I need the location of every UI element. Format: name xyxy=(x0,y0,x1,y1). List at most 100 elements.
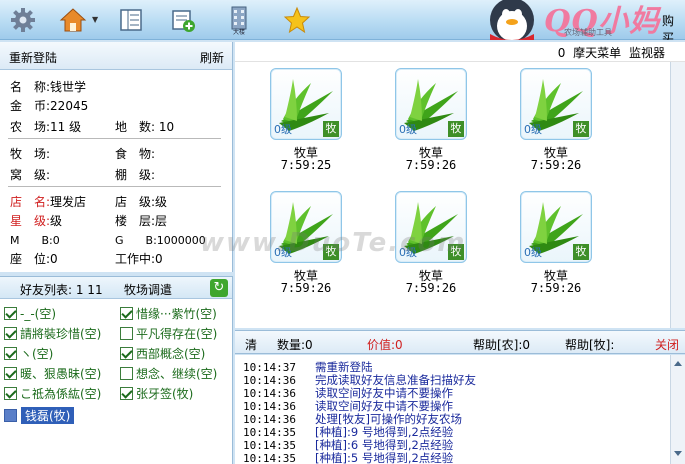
shed-level-row: 棚 级: xyxy=(115,168,156,182)
crop-timer: 7:59:26 xyxy=(530,158,582,172)
floor-row: 楼 层:层 xyxy=(115,214,168,228)
crop-timer: 7:59:26 xyxy=(405,158,457,172)
grass-tile-image: 0级 牧 xyxy=(395,68,467,140)
grass-tile-image: 0级 牧 xyxy=(270,68,342,140)
friend-item[interactable]: 平凡得存在(空) xyxy=(120,325,217,342)
ranch-tile[interactable]: 0级 牧 牧草 7:59:26 xyxy=(261,187,351,297)
add-card-icon[interactable] xyxy=(166,3,200,37)
svg-text:大楼: 大楼 xyxy=(233,28,245,35)
ranch-tile[interactable]: 0级 牧 牧草 7:59:26 xyxy=(386,187,476,297)
ranch-grid: 0 摩天菜单 监视器 0级 牧 牧草 7:59:25 0级 牧 牧草 7:59:… xyxy=(235,42,685,328)
checkbox[interactable] xyxy=(120,387,133,400)
value-label: 价值:0 xyxy=(367,338,403,352)
building-icon[interactable]: 大楼 xyxy=(222,3,256,37)
checkbox[interactable] xyxy=(120,347,133,360)
grid-scrollbar[interactable] xyxy=(670,62,685,328)
checkbox[interactable] xyxy=(4,387,17,400)
log-entry: 10:14:36 读取空间好友中请不要操作 xyxy=(243,399,453,413)
checkbox[interactable] xyxy=(4,307,17,320)
settings-icon[interactable] xyxy=(6,3,40,37)
shop-name-row: 店 名:理发店 xyxy=(10,195,87,209)
account-info-header: 重新登陆 刷新 xyxy=(0,42,232,70)
log-entry: 10:14:36 处理[牧友]可操作的好友农场 xyxy=(243,412,462,426)
monitor-menu-label[interactable]: 0 摩天菜单 监视器 xyxy=(558,44,665,61)
checkbox[interactable] xyxy=(4,408,17,422)
logo-subtitle: 农场辅助工具 xyxy=(564,28,612,37)
ranch-tag: 牧 xyxy=(448,244,464,260)
crop-timer: 7:59:26 xyxy=(280,281,332,295)
mb-row: M B:0 xyxy=(10,234,60,247)
crop-timer: 7:59:25 xyxy=(280,158,332,172)
refresh-button[interactable]: 刷新 xyxy=(200,49,224,66)
log-entry: 10:14:37 需重新登陆 xyxy=(243,360,373,374)
friend-item[interactable]: 暖、狠愚昧(空) xyxy=(4,365,101,382)
refresh-icon[interactable]: ↻ xyxy=(210,279,228,297)
ranch-tile[interactable]: 0级 牧 牧草 7:59:26 xyxy=(386,64,476,174)
friend-item[interactable]: -_-(空) xyxy=(4,305,56,322)
working-row: 工作中:0 xyxy=(115,252,163,266)
buy-link[interactable]: 购买 xyxy=(662,12,685,40)
friend-item-selected[interactable]: 钱磊(牧) xyxy=(4,406,75,424)
close-button[interactable]: 关闭 xyxy=(655,336,679,353)
home-dropdown-caret[interactable]: ▼ xyxy=(92,15,98,24)
home-icon[interactable] xyxy=(56,3,90,37)
friend-item[interactable]: ヽ(空) xyxy=(4,345,53,362)
friend-list-title: 好友列表: 1 11 xyxy=(20,283,103,297)
help-ranch-label: 帮助[牧]: xyxy=(565,338,615,352)
checkbox[interactable] xyxy=(120,327,133,340)
log-entry: 10:14:36 读取空间好友中请不要操作 xyxy=(243,386,453,400)
divider xyxy=(8,138,221,139)
friend-item[interactable]: 想念、继续(空) xyxy=(120,365,217,382)
monitor-header: 0 摩天菜单 监视器 xyxy=(235,42,685,62)
log-entry: 10:14:35 [种植]:5 号地得到,2点经验 xyxy=(243,451,454,464)
friend-list-panel: 好友列表: 1 11 牧场调遣 ↻ -_-(空) 惜缘···紫竹(空) 請將裝珍… xyxy=(0,276,233,464)
food-row: 食 物: xyxy=(115,147,156,161)
grass-tile-image: 0级 牧 xyxy=(520,191,592,263)
land-count-row: 地 数: 10 xyxy=(115,120,175,134)
nest-level-row: 窝 级: xyxy=(10,168,51,182)
scroll-up-icon[interactable] xyxy=(674,361,682,366)
ranch-dispatch-button[interactable]: 牧场调遣 xyxy=(124,281,172,298)
ranch-tile[interactable]: 0级 牧 牧草 7:59:25 xyxy=(261,64,351,174)
divider xyxy=(8,186,221,187)
friend-item[interactable]: 請將裝珍惜(空) xyxy=(4,325,101,342)
log-entry: 10:14:35 [种植]:6 号地得到,2点经验 xyxy=(243,438,454,452)
list-icon[interactable] xyxy=(114,3,148,37)
log-entry: 10:14:35 [种植]:9 号地得到,2点经验 xyxy=(243,425,454,439)
ranch-tag: 牧 xyxy=(323,244,339,260)
crop-timer: 7:59:26 xyxy=(405,281,457,295)
checkbox[interactable] xyxy=(4,367,17,380)
activity-log: 10:14:37 需重新登陆 10:14:36 完成读取好友信息准备扫描好友 10:… xyxy=(235,355,685,464)
farm-level-row: 农 场:11 级 xyxy=(10,120,82,134)
gb-row: G B:1000000 xyxy=(115,234,206,247)
shop-level-row: 店 级:级 xyxy=(115,195,168,209)
account-info-panel: 重新登陆 刷新 名 称:钱世学 金 币:22045 农 场:11 级 地 数: … xyxy=(0,42,233,272)
help-farm-label: 帮助[农]:0 xyxy=(473,338,531,352)
checkbox[interactable] xyxy=(120,307,133,320)
log-scrollbar[interactable] xyxy=(670,355,685,464)
friend-item[interactable]: 惜缘···紫竹(空) xyxy=(120,305,217,322)
star-level-row: 星 级:级 xyxy=(10,214,63,228)
star-icon[interactable] xyxy=(280,3,314,37)
relogin-button[interactable]: 重新登陆 xyxy=(9,49,57,66)
clear-button[interactable]: 清 xyxy=(245,336,257,353)
crop-timer: 7:59:26 xyxy=(530,281,582,295)
grass-tile-image: 0级 牧 xyxy=(520,68,592,140)
ranch-tag: 牧 xyxy=(573,244,589,260)
friend-item[interactable]: こ祗為係紘(空) xyxy=(4,385,101,402)
ranch-row: 牧 场: xyxy=(10,147,51,161)
ranch-tag: 牧 xyxy=(323,121,339,137)
grass-tile-image: 0级 牧 xyxy=(270,191,342,263)
friend-list-header: 好友列表: 1 11 牧场调遣 ↻ xyxy=(0,277,232,299)
ranch-tile[interactable]: 0级 牧 牧草 7:59:26 xyxy=(511,187,601,297)
penguin-mascot-icon xyxy=(490,0,534,40)
ranch-tile[interactable]: 0级 牧 牧草 7:59:26 xyxy=(511,64,601,174)
friend-item[interactable]: 西部概念(空) xyxy=(120,345,205,362)
checkbox[interactable] xyxy=(120,367,133,380)
checkbox[interactable] xyxy=(4,347,17,360)
toolbar: ▼ 大楼 QQ小妈 农场辅助工具 购买 xyxy=(0,0,685,40)
checkbox[interactable] xyxy=(4,327,17,340)
ranch-tag: 牧 xyxy=(573,121,589,137)
friend-item[interactable]: 张牙签(牧) xyxy=(120,385,193,402)
scroll-down-icon[interactable] xyxy=(674,451,682,456)
